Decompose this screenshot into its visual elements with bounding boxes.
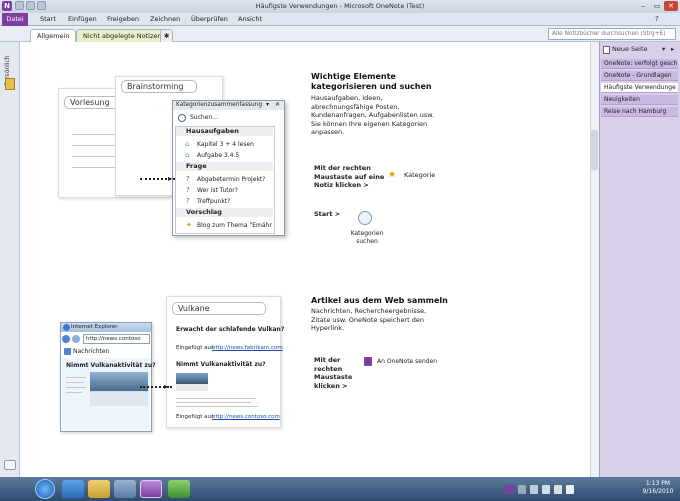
find-categories-icon[interactable] xyxy=(358,211,372,225)
section2-rightclick: Mit der rechten Maustaste klicken > xyxy=(314,356,353,390)
page-item-neuigkeiten[interactable]: Neuigkeiten xyxy=(601,95,678,105)
item-kapitel[interactable]: Kapitel 3 + 4 lesen xyxy=(197,141,254,148)
ribbon-bar xyxy=(0,13,680,26)
scrollbar-thumb[interactable] xyxy=(591,130,598,170)
start-button[interactable] xyxy=(35,479,55,499)
item-treffpunkt[interactable]: Treffpunkt? xyxy=(197,198,230,205)
window-title: Häufigste Verwendungen - Microsoft OneNo… xyxy=(255,2,425,10)
house-icon: ⌂ xyxy=(185,151,190,159)
notebook-pane xyxy=(0,42,20,477)
vulkan-question-2: Nimmt Vulkanaktivität zu? xyxy=(176,361,266,368)
clock-date: 9/16/2010 xyxy=(642,488,674,495)
volcano-image xyxy=(176,373,208,391)
expand-pane-icon[interactable] xyxy=(4,460,16,470)
new-page-button[interactable]: Neue Seite xyxy=(612,45,648,53)
onenote-taskbar-icon[interactable] xyxy=(140,480,162,498)
clock-time: 1:13 PM xyxy=(645,480,671,487)
network-icon[interactable] xyxy=(554,485,562,494)
tab-zeichnen[interactable]: Zeichnen xyxy=(150,15,180,23)
tray-icon[interactable] xyxy=(542,485,550,494)
category-button[interactable]: Kategorie xyxy=(404,171,435,179)
help-icon[interactable]: ? xyxy=(655,15,659,23)
brainstorming-title: Brainstorming xyxy=(121,80,197,93)
question-icon: ? xyxy=(186,197,190,205)
onenote-tray-icon[interactable] xyxy=(505,485,514,494)
item-abgabetermin[interactable]: Abgabetermin Projekt? xyxy=(197,176,265,183)
page-item-verfolgt[interactable]: OneNote: verfolgt gesch xyxy=(601,59,678,69)
tab-ansicht[interactable]: Ansicht xyxy=(238,15,262,23)
question-icon: ? xyxy=(186,186,190,194)
ie-address-bar[interactable]: http://news.contoso xyxy=(83,334,150,344)
media-taskbar-icon[interactable] xyxy=(114,480,136,498)
tab-einfuegen[interactable]: Einfügen xyxy=(68,15,97,23)
section2-heading: Artikel aus dem Web sammeln xyxy=(311,296,448,305)
page-item-grundlagen[interactable]: OneNote - Grundlagen xyxy=(601,71,678,81)
new-page-dropdown-icon[interactable]: ▾ xyxy=(662,45,665,53)
article-lines xyxy=(176,396,266,407)
find-categories-button[interactable]: Kategorien suchen xyxy=(345,230,389,246)
link-contoso[interactable]: http://news.contoso.com xyxy=(212,414,280,420)
tray-icon[interactable] xyxy=(518,485,526,494)
group-hausaufgaben[interactable]: Hausaufgaben xyxy=(176,127,273,136)
inserted-from-1: Eingefügt aus: xyxy=(176,345,216,351)
ie-title: Internet Explorer xyxy=(61,323,151,332)
link-fabrikam[interactable]: http://news.fabrikam.com xyxy=(212,345,283,351)
inserted-from-2: Eingefügt aus: xyxy=(176,414,216,420)
vertical-scrollbar[interactable] xyxy=(590,42,599,477)
item-blog[interactable]: Blog zum Thema "Emähr xyxy=(197,222,273,229)
ie-taskbar-icon[interactable] xyxy=(62,480,84,498)
panel-close-icon[interactable]: ✕ xyxy=(275,101,280,108)
ie-article-heading: Nimmt Vulkanaktivität zu? xyxy=(66,362,156,369)
page-item-hamburg[interactable]: Reise nach Hamburg xyxy=(601,107,678,117)
section1-start: Start > xyxy=(314,210,341,218)
group-frage[interactable]: Frage xyxy=(176,162,273,171)
notebook-icon[interactable] xyxy=(5,78,15,90)
close-button[interactable]: ✕ xyxy=(664,1,678,11)
panel-search-link[interactable]: Suchen... xyxy=(190,114,218,121)
tab-nicht-abgelegte-notizen[interactable]: Nicht abgelegte Notizen xyxy=(76,29,169,42)
new-page-icon xyxy=(603,46,610,54)
item-aufgabe[interactable]: Aufgabe 3.4.5 xyxy=(197,152,239,159)
send-to-onenote-icon xyxy=(364,357,372,366)
tab-freigeben[interactable]: Freigeben xyxy=(107,15,139,23)
house-icon: ⌂ xyxy=(185,140,190,148)
ie-tab[interactable]: Nachrichten xyxy=(73,348,109,355)
tab-allgemein[interactable]: Allgemein xyxy=(30,29,77,42)
send-to-onenote-button[interactable]: An OneNote senden xyxy=(377,358,437,365)
add-section-icon[interactable]: ✱ xyxy=(160,29,174,42)
item-tutor[interactable]: Wer ist Tutor? xyxy=(197,187,238,194)
tab-ueberpruefen[interactable]: Überprüfen xyxy=(191,15,228,23)
search-input[interactable]: Alle Notizbücher durchsuchen (Strg+E) xyxy=(548,28,676,40)
messenger-taskbar-icon[interactable] xyxy=(168,480,190,498)
clock[interactable]: 1:13 PM 9/16/2010 xyxy=(637,480,679,496)
explorer-taskbar-icon[interactable] xyxy=(88,480,110,498)
arrow-head-2: ▸ xyxy=(164,382,169,391)
maximize-button[interactable]: ▭ xyxy=(650,1,664,11)
collapse-pane-icon[interactable]: ▸ xyxy=(671,45,674,53)
page-item-haeufigste[interactable]: Häufigste Verwendunge xyxy=(601,83,678,93)
tray-icon[interactable] xyxy=(530,485,538,494)
volume-icon[interactable] xyxy=(566,485,574,494)
favorites-icon[interactable] xyxy=(64,348,71,355)
ie-text-lines xyxy=(66,374,86,393)
arrow-head-1: ▸ xyxy=(168,174,173,183)
ie-logo-icon xyxy=(63,324,70,331)
section1-rightclick: Mit der rechten Maustaste auf eine Notiz… xyxy=(314,164,385,189)
file-tab[interactable]: Datei xyxy=(2,13,28,26)
vulkan-question-1: Erwacht der schlafende Vulkan? xyxy=(176,326,285,333)
vulkane-title: Vulkane xyxy=(172,302,266,315)
section2-body: Nachrichten, Rechercheergebnisse, Zitate… xyxy=(311,307,427,332)
minimize-button[interactable]: – xyxy=(636,1,650,11)
refresh-icon[interactable] xyxy=(178,114,186,122)
question-icon: ? xyxy=(186,175,190,183)
tab-start[interactable]: Start xyxy=(40,15,56,23)
forward-icon[interactable] xyxy=(72,335,80,343)
section1-heading: Wichtige Elemente kategorisieren und suc… xyxy=(311,72,432,91)
category-icon: ★ xyxy=(388,170,397,180)
section1-body: Hausaufgaben, Ideen, abrechnungsfähige P… xyxy=(311,94,435,136)
panel-dropdown-icon[interactable]: ▾ xyxy=(266,101,269,108)
back-icon[interactable] xyxy=(62,335,70,343)
lightbulb-icon: ✦ xyxy=(186,221,192,229)
group-vorschlag[interactable]: Vorschlag xyxy=(176,208,273,217)
